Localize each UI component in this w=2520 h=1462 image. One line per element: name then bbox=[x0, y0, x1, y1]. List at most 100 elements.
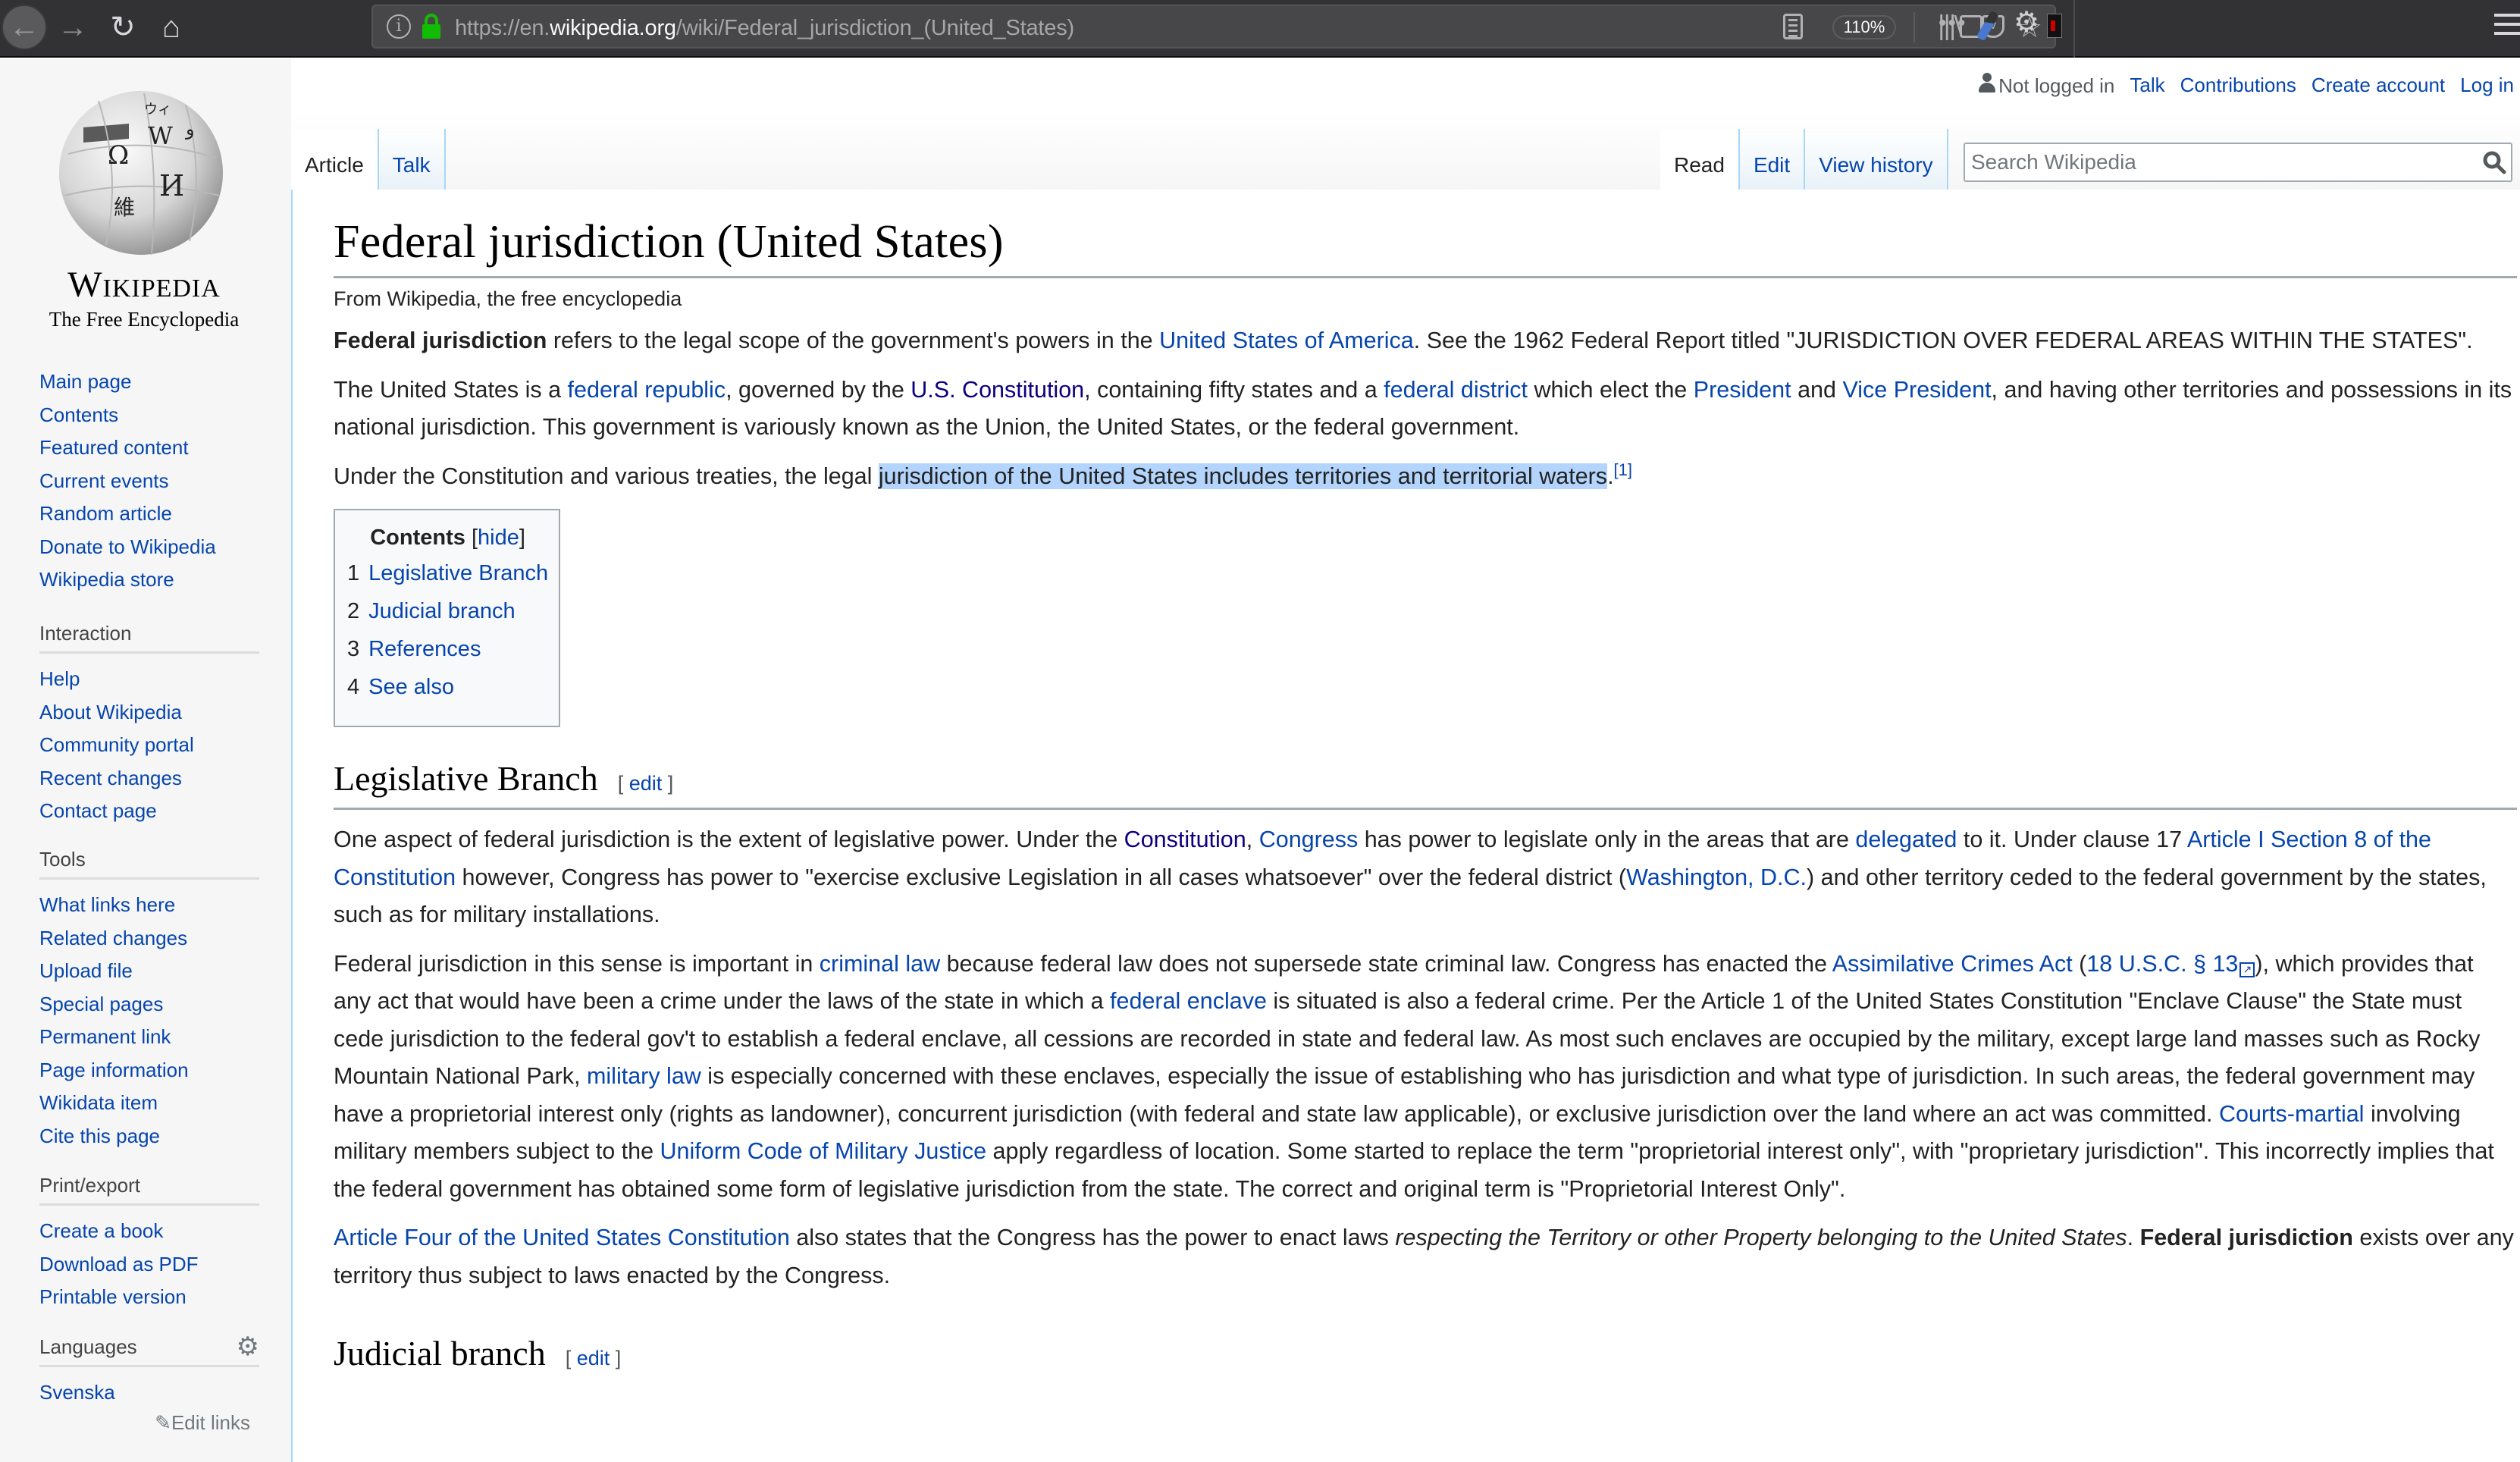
sidebar-item-related-changes[interactable]: Related changes bbox=[39, 922, 259, 955]
sidebar-item-contact[interactable]: Contact page bbox=[39, 795, 259, 828]
sidebar-item-main-page[interactable]: Main page bbox=[39, 366, 259, 399]
sidebar-item-page-information[interactable]: Page information bbox=[39, 1054, 259, 1087]
link-congress[interactable]: Congress bbox=[1259, 827, 1359, 852]
sidebar-item-cite-this-page[interactable]: Cite this page bbox=[39, 1120, 259, 1153]
link-article-four[interactable]: Article Four of the United States Consti… bbox=[334, 1225, 790, 1250]
edit-section-link[interactable]: edit bbox=[577, 1347, 610, 1369]
search-input[interactable] bbox=[1965, 144, 2450, 180]
toc-item[interactable]: 1 Legislative Branch bbox=[347, 554, 548, 592]
link-federal-district[interactable]: federal district bbox=[1384, 377, 1528, 403]
library-icon[interactable]: |||\ bbox=[1937, 11, 1963, 41]
sidebar-item-donate[interactable]: Donate to Wikipedia bbox=[39, 531, 259, 564]
edit-section-link[interactable]: edit bbox=[629, 772, 663, 795]
text: Under the Constitution and various treat… bbox=[334, 463, 879, 489]
globe-glyph: Ω bbox=[108, 140, 129, 171]
bracket: [ bbox=[565, 1347, 577, 1369]
tab-view-history[interactable]: View history bbox=[1805, 129, 1948, 190]
link-ucmj[interactable]: Uniform Code of Military Justice bbox=[660, 1138, 987, 1164]
site-info-icon[interactable]: i bbox=[387, 14, 411, 39]
sidebar-item-recent-changes[interactable]: Recent changes bbox=[39, 762, 259, 795]
sidebar-item-about[interactable]: About Wikipedia bbox=[39, 696, 259, 729]
user-icon bbox=[1979, 73, 1996, 93]
link-federal-republic[interactable]: federal republic bbox=[568, 377, 726, 403]
tab-edit[interactable]: Edit bbox=[1739, 129, 1806, 190]
text: , containing fifty states and a bbox=[1084, 376, 1384, 403]
url-bar[interactable]: i https://en.wikipedia.org/wiki/Federal_… bbox=[371, 5, 2056, 49]
link-text: 18 U.S.C. § 13 bbox=[2086, 950, 2239, 977]
link-delegated[interactable]: delegated bbox=[1855, 827, 1957, 852]
link-assimilative-crimes-act[interactable]: Assimilative Crimes Act bbox=[1832, 951, 2073, 977]
link-president[interactable]: President bbox=[1694, 377, 1791, 403]
tab-talk[interactable]: Talk bbox=[378, 129, 446, 190]
reload-button[interactable]: ↻ bbox=[100, 5, 146, 50]
sidebar-item-community-portal[interactable]: Community portal bbox=[39, 729, 259, 762]
document-extension-icon[interactable] bbox=[2047, 14, 2062, 38]
link-18-usc-13[interactable]: 18 U.S.C. § 13 ↗ bbox=[2086, 951, 2255, 977]
site-subtitle: From Wikipedia, the free encyclopedia bbox=[334, 287, 682, 310]
section-title: Legislative Branch bbox=[334, 759, 598, 798]
sidebar-item-contents[interactable]: Contents bbox=[39, 399, 259, 432]
zoom-level-badge[interactable]: 110% bbox=[1832, 15, 1896, 39]
svg-text:ウィ: ウィ bbox=[144, 102, 171, 118]
toc-item[interactable]: 3 References bbox=[347, 630, 548, 668]
toc-link-see-also[interactable]: See also bbox=[368, 675, 454, 699]
link-federal-enclave[interactable]: federal enclave bbox=[1110, 988, 1267, 1014]
link-vice-president[interactable]: Vice President bbox=[1842, 377, 1991, 403]
link-washington-dc[interactable]: Washington, D.C. bbox=[1626, 864, 1807, 890]
text: . bbox=[1607, 463, 1614, 489]
toc-link-legislative-branch[interactable]: Legislative Branch bbox=[368, 561, 548, 585]
reference-1-link[interactable]: [1] bbox=[1614, 460, 1632, 478]
home-button[interactable]: ⌂ bbox=[149, 5, 194, 50]
legislative-paragraph-2: Federal jurisdiction in this sense is im… bbox=[334, 946, 2517, 1209]
sidebar-item-download-pdf[interactable]: Download as PDF bbox=[39, 1248, 259, 1282]
user-talk-link[interactable]: Talk bbox=[2130, 74, 2164, 97]
back-button[interactable]: ← bbox=[2, 5, 47, 50]
forward-button[interactable]: → bbox=[50, 5, 96, 50]
reader-view-icon[interactable] bbox=[1783, 14, 1803, 39]
create-account-link[interactable]: Create account bbox=[2312, 74, 2445, 97]
sidebar-item-create-book[interactable]: Create a book bbox=[39, 1215, 259, 1248]
toc-hide-toggle[interactable]: hide bbox=[478, 526, 519, 550]
sidebar-item-current-events[interactable]: Current events bbox=[39, 465, 259, 498]
language-settings-gear-icon[interactable]: ⚙ bbox=[237, 1334, 259, 1360]
url-text[interactable]: https://en.wikipedia.org/wiki/Federal_ju… bbox=[455, 16, 1074, 41]
toc-number: 4 bbox=[347, 675, 360, 699]
text: . bbox=[2127, 1225, 2140, 1250]
toc-link-judicial-branch[interactable]: Judicial branch bbox=[368, 599, 515, 623]
tab-article[interactable]: Article bbox=[291, 129, 379, 190]
edit-interlanguage-links[interactable]: ✎Edit links bbox=[39, 1411, 259, 1435]
sidebar-item-featured-content[interactable]: Featured content bbox=[39, 431, 259, 465]
tab-read[interactable]: Read bbox=[1660, 129, 1740, 190]
sidebar-item-store[interactable]: Wikipedia store bbox=[39, 563, 259, 597]
sidebar-item-wikidata-item[interactable]: Wikidata item bbox=[39, 1087, 259, 1120]
link-criminal-law[interactable]: criminal law bbox=[820, 951, 940, 977]
log-in-link[interactable]: Log in bbox=[2460, 74, 2514, 97]
bold-term: Federal jurisdiction bbox=[334, 328, 547, 353]
sidebar-item-language-svenska[interactable]: Svenska bbox=[39, 1376, 259, 1410]
svg-text:維: 維 bbox=[114, 195, 135, 220]
sidebar-item-what-links-here[interactable]: What links here bbox=[39, 889, 259, 922]
link-military-law[interactable]: military law bbox=[587, 1063, 701, 1089]
wikipedia-globe-icon: Ω W И 維 ウィ و bbox=[59, 91, 223, 256]
user-contributions-link[interactable]: Contributions bbox=[2180, 74, 2296, 97]
sidebar-item-upload-file[interactable]: Upload file bbox=[39, 955, 259, 988]
url-path: /wiki/Federal_jurisdiction_(United_State… bbox=[675, 16, 1074, 40]
link-courts-martial[interactable]: Courts-martial bbox=[2219, 1101, 2365, 1127]
bracket: ] bbox=[662, 772, 674, 795]
search-icon[interactable] bbox=[2482, 150, 2506, 174]
link-us-constitution[interactable]: U.S. Constitution bbox=[911, 377, 1084, 403]
wikipedia-logo[interactable]: Ω W И 維 ウィ و Wikipedia The Free Encyclop… bbox=[30, 82, 243, 331]
hamburger-menu-icon[interactable] bbox=[2494, 14, 2520, 41]
sidebar-item-help[interactable]: Help bbox=[39, 663, 259, 696]
link-constitution[interactable]: Constitution bbox=[1124, 827, 1246, 852]
sidebar-item-printable-version[interactable]: Printable version bbox=[39, 1281, 259, 1314]
sidebar-item-random-article[interactable]: Random article bbox=[39, 497, 259, 531]
toc-item[interactable]: 2 Judicial branch bbox=[347, 592, 548, 630]
toc-item[interactable]: 4 See also bbox=[347, 668, 548, 706]
gear-extension-icon[interactable]: ⚙ bbox=[2014, 8, 2039, 38]
toc-link-references[interactable]: References bbox=[368, 637, 481, 661]
link-united-states-of-america[interactable]: United States of America bbox=[1159, 328, 1414, 353]
sidebar-item-permanent-link[interactable]: Permanent link bbox=[39, 1021, 259, 1054]
edit-links-label: Edit links bbox=[171, 1410, 250, 1434]
sidebar-item-special-pages[interactable]: Special pages bbox=[39, 988, 259, 1021]
